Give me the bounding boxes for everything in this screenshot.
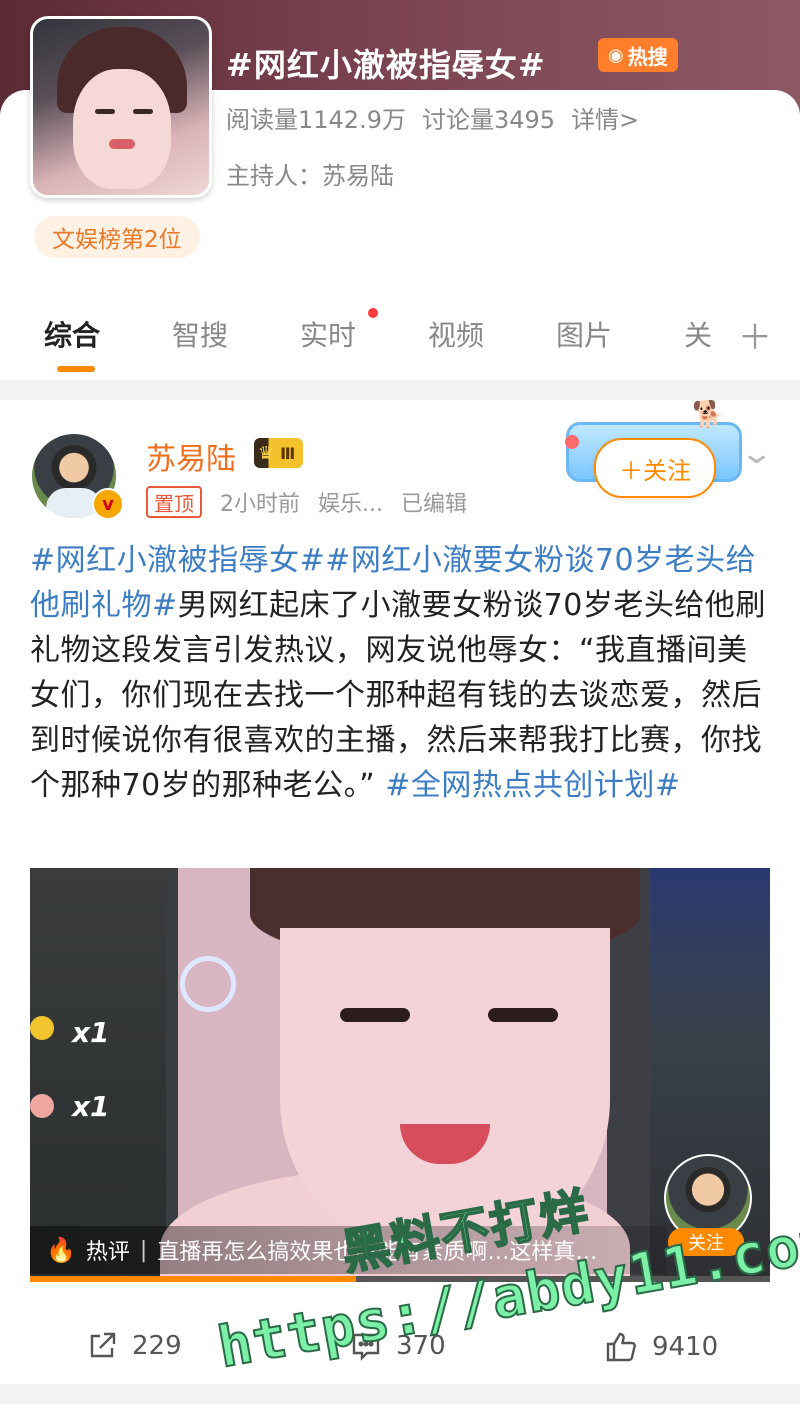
gift-count: x1 <box>72 1090 110 1123</box>
topic-title: #网红小澈被指辱女# <box>226 46 546 84</box>
topic-stats: 阅读量1142.9万 讨论量3495 详情> <box>226 100 639 135</box>
thumbs-up-icon <box>606 1332 636 1362</box>
post-time: 2小时前 <box>220 492 300 517</box>
video-progress-fill <box>30 1276 356 1282</box>
author-name[interactable]: 苏易陆 <box>146 434 236 478</box>
crown-icon: ♛ <box>258 442 275 464</box>
video-background-left <box>30 868 166 1282</box>
tab-smart-search[interactable]: 智搜 <box>172 314 228 354</box>
gift-icon <box>30 1016 54 1040</box>
add-tab-icon[interactable]: ＋ <box>738 310 772 359</box>
repost-count: 229 <box>132 1331 182 1361</box>
hashtag-link[interactable]: #全网热点共创计划# <box>385 768 680 803</box>
hashtag-link[interactable]: #网红小澈被指辱女# <box>30 543 325 578</box>
discuss-count: 讨论量3495 <box>421 106 556 134</box>
cover-face <box>73 69 171 189</box>
video-eye <box>340 1008 410 1022</box>
decoration-ball <box>565 435 579 449</box>
topic-cover-image[interactable] <box>30 16 212 198</box>
level-label: Ⅲ <box>280 443 296 463</box>
cover-eye <box>95 109 115 114</box>
like-button[interactable]: 9410 <box>604 1330 718 1364</box>
divider: | <box>139 1237 148 1263</box>
like-count: 9410 <box>652 1332 719 1362</box>
tab-related[interactable]: 关 <box>684 314 712 354</box>
read-count: 阅读量1142.9万 <box>226 106 406 134</box>
edited-label[interactable]: 已编辑 <box>401 486 467 518</box>
cover-eye <box>133 109 153 114</box>
chevron-down-icon[interactable]: ⌄ <box>739 436 774 471</box>
topic-host[interactable]: 主持人：苏易陆 <box>226 156 394 191</box>
hot-comment-label: 热评 <box>85 1240 130 1265</box>
repost-button[interactable]: 229 <box>86 1330 182 1362</box>
tab-video[interactable]: 视频 <box>428 314 484 354</box>
tab-realtime[interactable]: 实时 <box>300 314 356 354</box>
gift-icon <box>30 1094 54 1118</box>
shiba-dog-icon: 🐕 <box>692 400 725 430</box>
verified-icon: v <box>92 488 124 520</box>
realtime-notification-dot <box>368 308 378 318</box>
details-link[interactable]: 详情> <box>571 100 639 135</box>
active-tab-indicator <box>57 366 95 372</box>
cover-lip <box>109 139 135 149</box>
next-post-card <box>0 1404 800 1422</box>
rank-pill[interactable]: 文娱榜第2位 <box>34 216 200 258</box>
share-icon <box>90 1332 116 1358</box>
tab-images[interactable]: 图片 <box>556 314 612 354</box>
post-source: 娱乐... <box>318 492 383 517</box>
tab-bar: 综合 智搜 实时 视频 图片 关 <box>0 306 800 376</box>
post-meta: 2小时前 娱乐... 已编辑 <box>220 486 467 518</box>
pinned-tag: 置顶 <box>146 486 202 518</box>
member-level-badge[interactable]: ♛ Ⅲ <box>254 438 304 468</box>
fire-icon: 🔥 <box>46 1236 76 1264</box>
hot-search-badge[interactable]: ◉ 热搜 <box>598 38 678 72</box>
tab-comprehensive[interactable]: 综合 <box>44 314 100 354</box>
ring-light <box>180 956 236 1012</box>
video-eye <box>488 1008 558 1022</box>
hot-badge-label: 热搜 <box>627 44 668 69</box>
gift-count: x1 <box>72 1016 110 1049</box>
post-text: #网红小澈被指辱女##网红小澈要女粉谈70岁老头给他刷礼物#男网红起床了小澈要女… <box>30 538 772 808</box>
hot-icon: ◉ <box>608 44 624 66</box>
follow-button[interactable]: ＋关注 <box>594 438 716 498</box>
